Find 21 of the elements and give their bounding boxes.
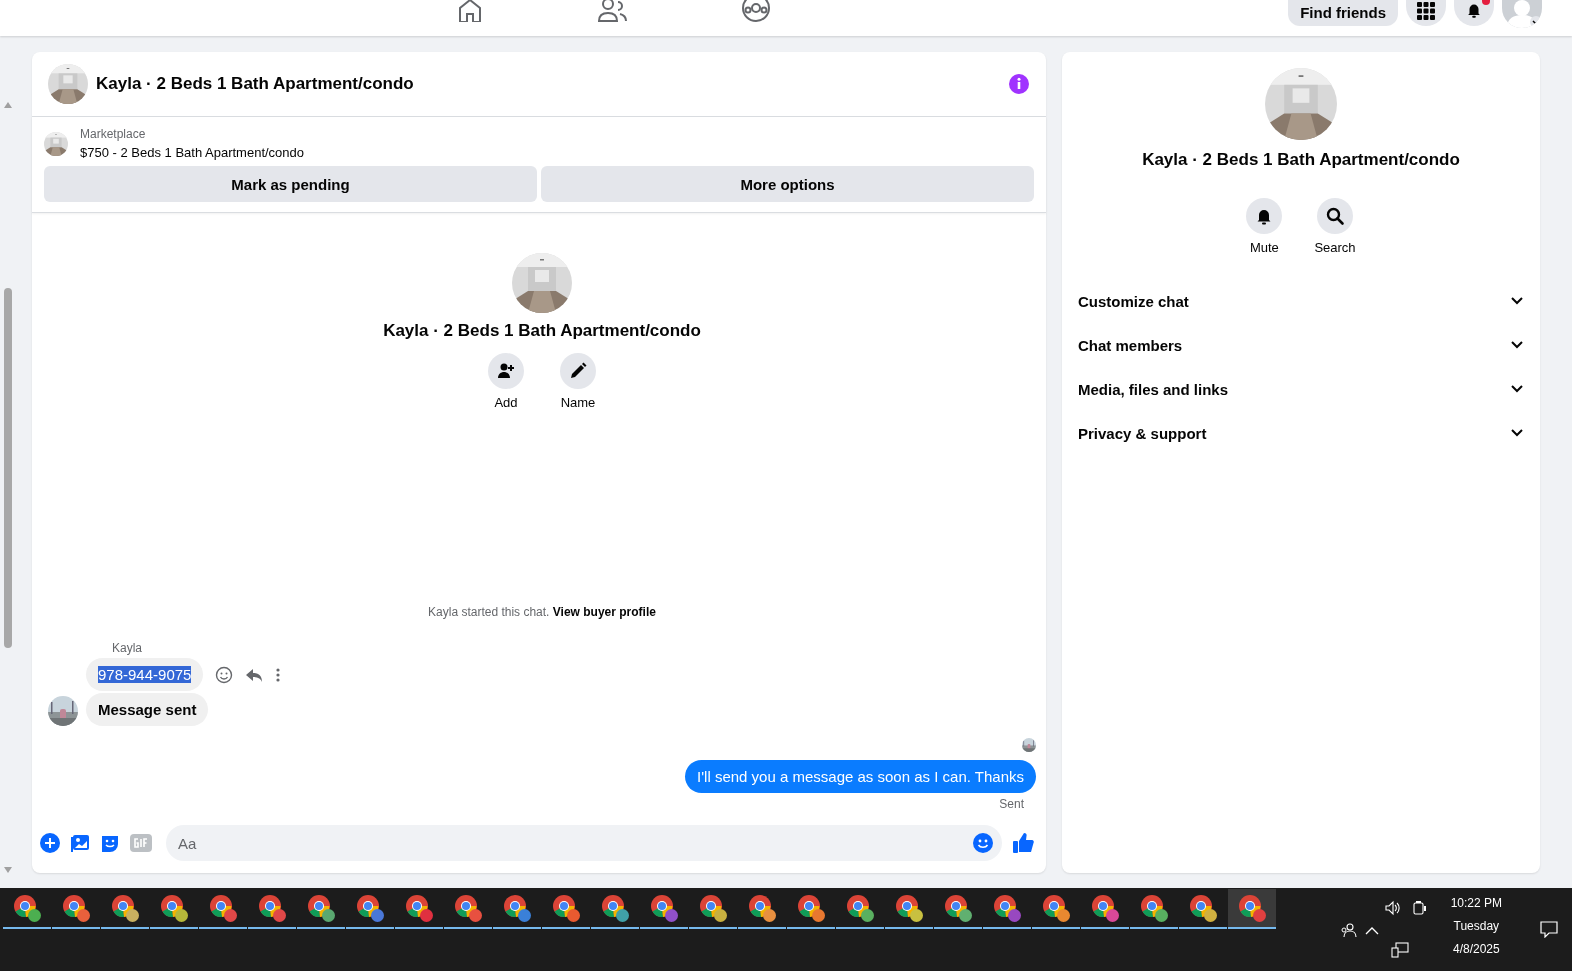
action-button[interactable]: More options (541, 166, 1034, 202)
section-header[interactable]: Media, files and links (1078, 367, 1524, 411)
section-header[interactable]: Customize chat (1078, 279, 1524, 323)
message-bubble: I'll send you a message as soon as I can. Thanks (685, 760, 1036, 793)
find-friends-button[interactable]: Find friends (1288, 0, 1398, 26)
listing-title[interactable]: $750 - 2 Beds 1 Bath Apartment/condo (80, 145, 305, 160)
sender-name: Kayla (112, 641, 144, 655)
chat-name: Kayla · 2 Beds 1 Bath Apartment/condo (383, 321, 701, 341)
section-header[interactable]: Privacy & support (1078, 411, 1524, 455)
chat-name: Kayla · 2 Beds 1 Bath Apartment/condo (1142, 150, 1460, 170)
action-button[interactable]: Mark as pending (44, 166, 537, 202)
section-header[interactable]: Chat members (1078, 323, 1524, 367)
message-field[interactable]: Aa (166, 825, 1002, 861)
chat-started-note: Kayla started this chat. View buyer profile (427, 605, 657, 619)
listing-source: Marketplace (80, 127, 147, 141)
buyer-profile-link[interactable]: View buyer profile (552, 605, 656, 619)
message-text: Message sent (98, 701, 197, 718)
message-text: 978-944-9075 (98, 666, 192, 683)
chat-title: Kayla · 2 Beds 1 Bath Apartment/condo (96, 74, 415, 94)
clock[interactable]: 10:22 PM Tuesday 4/8/2025 (1450, 896, 1502, 956)
message-status: Sent (999, 797, 1024, 811)
